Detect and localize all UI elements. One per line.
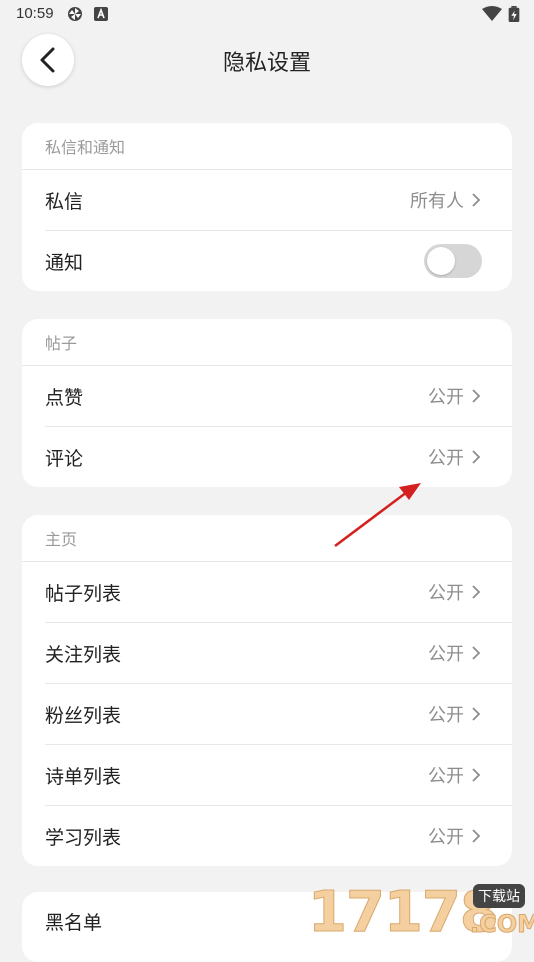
row-label: 粉丝列表 (45, 704, 122, 727)
row-right: 公开 (428, 762, 482, 788)
row-value: 公开 (428, 644, 464, 665)
row-value: 公开 (428, 387, 464, 408)
chevron-right-icon (472, 829, 481, 843)
section-homepage: 主页 帖子列表 公开 关注列表 公开 粉丝列表 公开 诗单列表 公开 学习列表 … (22, 515, 512, 866)
setting-row-direct-messages[interactable]: 私信 所有人 (45, 170, 512, 231)
row-right: 公开 (428, 823, 482, 849)
section-posts: 帖子 点赞 公开 评论 公开 (22, 319, 512, 487)
toggle-knob (427, 247, 455, 275)
row-right: 公开 (428, 701, 482, 727)
notifications-toggle[interactable] (424, 244, 482, 278)
pinwheel-icon (68, 7, 82, 21)
annotation-arrow-icon (334, 483, 421, 547)
wifi-icon (482, 6, 502, 21)
section-title: 私信和通知 (22, 123, 512, 170)
battery-icon (508, 6, 520, 22)
row-label: 黑名单 (45, 911, 103, 934)
setting-row-poem-list[interactable]: 诗单列表 公开 (45, 745, 512, 806)
header: 隐私设置 (0, 28, 534, 98)
row-value: 公开 (428, 766, 464, 787)
row-value: 公开 (428, 827, 464, 848)
watermark: 17178 下载站 .COM (300, 878, 534, 948)
status-bar: 10:59 (0, 0, 534, 28)
row-label: 关注列表 (45, 643, 122, 666)
chevron-right-icon (472, 193, 481, 207)
setting-row-likes[interactable]: 点赞 公开 (45, 366, 512, 427)
section-title: 主页 (22, 515, 512, 562)
row-label: 私信 (45, 190, 84, 213)
row-label: 学习列表 (45, 826, 122, 849)
row-right: 公开 (428, 579, 482, 605)
row-label: 通知 (45, 251, 84, 274)
row-label: 帖子列表 (45, 582, 122, 605)
chevron-right-icon (472, 768, 481, 782)
row-right: 公开 (428, 640, 482, 666)
app-a-icon (94, 7, 108, 21)
chevron-right-icon (472, 707, 481, 721)
setting-row-fans-list[interactable]: 粉丝列表 公开 (45, 684, 512, 745)
setting-row-post-list[interactable]: 帖子列表 公开 (45, 562, 512, 623)
chevron-right-icon (472, 585, 481, 599)
row-label: 诗单列表 (45, 765, 122, 788)
watermark-tag: 下载站 (473, 884, 525, 908)
section-messages-notifications: 私信和通知 私信 所有人 通知 (22, 123, 512, 291)
setting-row-study-list[interactable]: 学习列表 公开 (45, 806, 512, 866)
row-label: 点赞 (45, 386, 84, 409)
row-label: 评论 (45, 447, 84, 470)
row-right: 所有人 (410, 187, 482, 213)
chevron-right-icon (472, 646, 481, 660)
row-right: 公开 (428, 444, 482, 470)
setting-row-following-list[interactable]: 关注列表 公开 (45, 623, 512, 684)
section-title: 帖子 (22, 319, 512, 366)
chevron-right-icon (472, 450, 481, 464)
row-value: 所有人 (410, 191, 464, 212)
row-value: 公开 (428, 448, 464, 469)
row-right: 公开 (428, 383, 482, 409)
watermark-domain: .COM (469, 910, 534, 939)
page-title: 隐私设置 (222, 51, 311, 76)
setting-row-notifications: 通知 (45, 231, 512, 291)
chevron-right-icon (472, 389, 481, 403)
row-value: 公开 (428, 583, 464, 604)
row-value: 公开 (428, 705, 464, 726)
status-time: 10:59 (16, 5, 54, 22)
setting-row-comments[interactable]: 评论 公开 (45, 427, 512, 487)
